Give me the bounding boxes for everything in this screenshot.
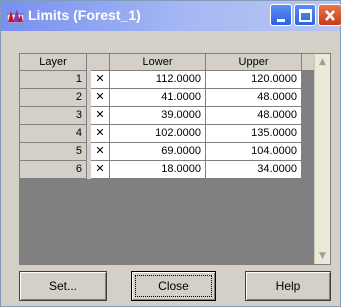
vertical-scrollbar[interactable]: ▲ ▼ <box>314 54 330 264</box>
row-header[interactable]: 6 <box>20 161 87 179</box>
lower-cell[interactable]: 69.0000 <box>110 143 206 161</box>
column-header-filler <box>302 54 314 71</box>
maximize-icon <box>299 9 312 22</box>
upper-cell[interactable]: 135.0000 <box>206 125 302 143</box>
upper-cell[interactable]: 104.0000 <box>206 143 302 161</box>
close-window-button[interactable] <box>318 4 341 26</box>
column-header-upper[interactable]: Upper <box>206 54 302 71</box>
lower-cell[interactable]: 39.0000 <box>110 107 206 125</box>
empty-grid-area <box>20 179 87 264</box>
limits-grid: Layer Lower Upper 1 ✕ 112.0000 120.0000 … <box>19 53 331 265</box>
scroll-down-icon[interactable]: ▼ <box>315 248 330 264</box>
limits-window: Limits (Forest_1) Layer Lower Upper 1 ✕ … <box>0 0 341 307</box>
maximize-button[interactable] <box>294 4 316 26</box>
row-header[interactable]: 4 <box>20 125 87 143</box>
row-header[interactable]: 1 <box>20 71 87 89</box>
help-button[interactable]: Help <box>245 271 331 301</box>
layer-checkbox[interactable]: ✕ <box>91 107 110 125</box>
help-button-label: Help <box>275 279 301 293</box>
upper-cell[interactable]: 120.0000 <box>206 71 302 89</box>
upper-cell[interactable]: 34.0000 <box>206 161 302 179</box>
lower-cell[interactable]: 112.0000 <box>110 71 206 89</box>
minimize-button[interactable] <box>270 4 292 26</box>
close-button[interactable]: Close <box>131 271 216 301</box>
column-header-layer[interactable]: Layer <box>20 54 87 71</box>
upper-cell[interactable]: 48.0000 <box>206 107 302 125</box>
layer-checkbox[interactable]: ✕ <box>91 71 110 89</box>
layer-checkbox[interactable]: ✕ <box>91 161 110 179</box>
lower-cell[interactable]: 18.0000 <box>110 161 206 179</box>
scroll-up-icon[interactable]: ▲ <box>315 54 330 70</box>
title-bar[interactable]: Limits (Forest_1) <box>1 1 341 31</box>
set-button-label: Set... <box>48 279 77 293</box>
layer-checkbox[interactable]: ✕ <box>91 125 110 143</box>
row-header[interactable]: 5 <box>20 143 87 161</box>
minimize-icon <box>277 19 285 22</box>
layer-checkbox[interactable]: ✕ <box>91 89 110 107</box>
row-header[interactable]: 3 <box>20 107 87 125</box>
column-header-check[interactable] <box>91 54 110 71</box>
focus-rectangle <box>135 275 212 297</box>
column-header-lower[interactable]: Lower <box>110 54 206 71</box>
close-icon <box>325 10 335 21</box>
upper-cell[interactable]: 48.0000 <box>206 89 302 107</box>
window-title: Limits (Forest_1) <box>28 7 141 23</box>
lower-cell[interactable]: 102.0000 <box>110 125 206 143</box>
lower-cell[interactable]: 41.0000 <box>110 89 206 107</box>
row-header[interactable]: 2 <box>20 89 87 107</box>
layer-checkbox[interactable]: ✕ <box>91 143 110 161</box>
app-icon <box>7 9 24 23</box>
set-button[interactable]: Set... <box>19 271 107 301</box>
